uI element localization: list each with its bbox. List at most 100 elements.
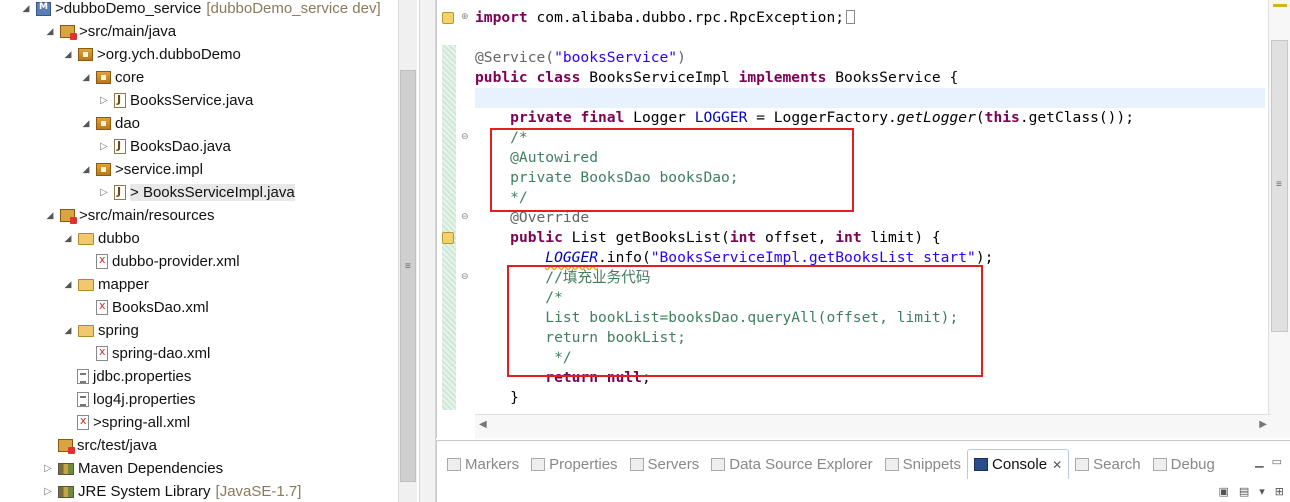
code-text: );	[975, 249, 994, 266]
panel-divider[interactable]	[419, 0, 436, 502]
expand-fold-icon[interactable]: ⊕	[461, 12, 469, 22]
open-console-icon[interactable]: ▣	[1218, 485, 1228, 498]
tree-row-src-main-resources[interactable]: ◢ > src/main/resources	[0, 204, 398, 227]
collapse-fold-icon[interactable]: ⊖	[461, 212, 469, 222]
tree-row-spring-dao-xml[interactable]: spring-dao.xml	[0, 342, 398, 365]
explorer-scrollbar[interactable]: ≡	[398, 0, 417, 502]
collapse-fold-icon[interactable]: ⊖	[461, 272, 469, 282]
tree-row-books-dao-xml[interactable]: BooksDao.xml	[0, 296, 398, 319]
tree-row-dubbo-folder[interactable]: ◢ dubbo	[0, 227, 398, 250]
scroll-left-icon[interactable]: ◀	[479, 419, 487, 430]
tab-data-source-explorer[interactable]: Data Source Explorer	[705, 449, 878, 479]
tree-label: BooksService.java	[130, 92, 254, 109]
maximize-icon[interactable]: ▭	[1272, 455, 1282, 468]
package-icon	[78, 48, 93, 61]
tree-label: dubboDemo_service	[63, 0, 202, 17]
tree-row-mapper-folder[interactable]: ◢ mapper	[0, 273, 398, 296]
expand-arrow-icon[interactable]: ◢	[62, 234, 74, 244]
expand-arrow-icon[interactable]: ◢	[44, 27, 56, 37]
override-marker-icon[interactable]	[442, 232, 454, 244]
overview-warning-marker[interactable]	[1273, 4, 1287, 7]
source-folder-icon	[58, 439, 75, 454]
code-text: (	[975, 109, 985, 126]
expand-arrow-icon[interactable]: ◢	[20, 4, 32, 14]
tree-row-books-dao[interactable]: ▷ BooksDao.java	[0, 135, 398, 158]
tab-snippets[interactable]: Snippets	[879, 449, 967, 479]
tree-row-project[interactable]: ◢ > dubboDemo_service [dubboDemo_service…	[0, 0, 398, 20]
tree-suffix: [dubboDemo_service dev]	[206, 0, 381, 17]
console-icon	[974, 458, 989, 471]
expand-arrow-icon[interactable]: ◢	[80, 73, 92, 83]
warning-marker-icon[interactable]	[442, 12, 454, 24]
expand-arrow-icon[interactable]: ◢	[62, 50, 74, 60]
xml-file-icon	[77, 414, 89, 430]
collapse-arrow-icon[interactable]: ▷	[98, 187, 110, 198]
code-editor[interactable]: ⊕ ⊖ ⊖ ⊖ import com.alibaba.dubbo.rpc.Rpc…	[436, 0, 1290, 438]
code-text: .getClass());	[1019, 109, 1135, 126]
dropdown-icon[interactable]: ▾	[1259, 485, 1265, 498]
grip-icon: ≡	[405, 261, 411, 272]
tree-label: org.ych.dubboDemo	[105, 46, 241, 63]
code-field: LOGGER	[545, 249, 599, 266]
tree-row-core[interactable]: ◢ core	[0, 66, 398, 89]
tab-markers[interactable]: Markers	[441, 449, 525, 479]
code-keyword: public class	[475, 69, 581, 86]
tab-servers[interactable]: Servers	[624, 449, 706, 479]
grip-icon: ≡	[1276, 179, 1282, 190]
tree-row-log4j-properties[interactable]: log4j.properties	[0, 388, 398, 411]
collapsed-imports-icon[interactable]	[846, 10, 856, 24]
tree-row-src-main-java[interactable]: ◢ > src/main/java	[0, 20, 398, 43]
tree-row-maven-dependencies[interactable]: ▷ Maven Dependencies	[0, 457, 398, 480]
expand-arrow-icon[interactable]: ◢	[80, 165, 92, 175]
collapse-fold-icon[interactable]: ⊖	[461, 132, 469, 142]
editor-vertical-scrollbar[interactable]: ≡	[1268, 0, 1290, 438]
tab-console[interactable]: Console ✕	[967, 449, 1070, 479]
tree-row-jre-system-library[interactable]: ▷ JRE System Library [JavaSE-1.7]	[0, 480, 398, 502]
tree-row-dubbo-provider[interactable]: dubbo-provider.xml	[0, 250, 398, 273]
expand-arrow-icon[interactable]: ◢	[44, 211, 56, 221]
tree-label: core	[115, 69, 145, 86]
collapse-arrow-icon[interactable]: ▷	[98, 141, 110, 152]
minimize-icon[interactable]: ▁	[1255, 455, 1263, 468]
tree-row-src-test-java[interactable]: src/test/java	[0, 434, 398, 457]
tree-row-books-service-impl[interactable]: ▷ > BooksServiceImpl.java	[0, 181, 398, 204]
explorer-scroll-thumb[interactable]: ≡	[400, 70, 416, 482]
tab-properties[interactable]: Properties	[525, 449, 623, 479]
data-source-icon	[711, 457, 726, 471]
tree-row-spring-folder[interactable]: ◢ spring	[0, 319, 398, 342]
tree-label: BooksDao.java	[130, 138, 231, 155]
tree-row-dao[interactable]: ◢ dao	[0, 112, 398, 135]
close-tab-icon[interactable]: ✕	[1052, 458, 1062, 472]
tab-label: Servers	[647, 455, 700, 473]
expand-arrow-icon[interactable]: ◢	[80, 119, 92, 129]
properties-file-icon	[77, 369, 89, 384]
tree-row-spring-all-xml[interactable]: > spring-all.xml	[0, 411, 398, 434]
collapse-arrow-icon[interactable]: ▷	[42, 486, 54, 497]
expand-arrow-icon[interactable]: ◢	[62, 280, 74, 290]
library-icon	[58, 462, 74, 475]
tree-suffix: [JavaSE-1.7]	[215, 483, 302, 500]
quick-diff-bar	[442, 45, 456, 410]
tab-label: Debug	[1170, 455, 1215, 473]
editor-horizontal-scrollbar[interactable]: ◀ ▶	[475, 414, 1271, 438]
tree-row-jdbc-properties[interactable]: jdbc.properties	[0, 365, 398, 388]
code-line: public List getBooksList(int offset, int…	[475, 228, 1265, 248]
tab-debug[interactable]: Debug	[1147, 449, 1221, 479]
expand-arrow-icon[interactable]: ◢	[62, 326, 74, 336]
editor-scroll-thumb[interactable]: ≡	[1271, 40, 1288, 332]
editor-gutter: ⊕ ⊖ ⊖ ⊖	[437, 0, 475, 438]
new-console-icon[interactable]: ⊞	[1275, 485, 1284, 498]
collapse-arrow-icon[interactable]: ▷	[42, 463, 54, 474]
tree-row-package-root[interactable]: ◢ > org.ych.dubboDemo	[0, 43, 398, 66]
collapse-arrow-icon[interactable]: ▷	[98, 95, 110, 106]
tab-search[interactable]: Search	[1069, 449, 1147, 479]
tree-row-books-service[interactable]: ▷ BooksService.java	[0, 89, 398, 112]
display-console-icon[interactable]: ▤	[1239, 485, 1249, 498]
xml-file-icon	[96, 253, 108, 269]
code-text: BooksService {	[826, 69, 959, 86]
tree-row-service-impl[interactable]: ◢ > service.impl	[0, 158, 398, 181]
package-icon	[96, 117, 111, 130]
scroll-right-icon[interactable]: ▶	[1259, 419, 1267, 430]
